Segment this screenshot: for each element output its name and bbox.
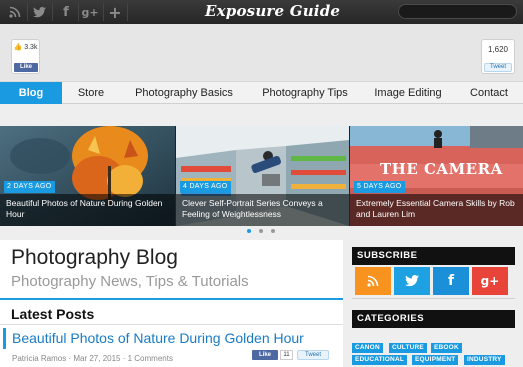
slider-dot[interactable]	[259, 229, 263, 233]
nav-item-contact[interactable]: Contact	[460, 82, 518, 104]
post-age-badge: 5 DAYS AGO	[354, 181, 405, 193]
category-tag[interactable]: EQUIPMENT	[412, 355, 459, 365]
slide-1[interactable]: 2 DAYS AGO Beautiful Photos of Nature Du…	[0, 126, 175, 226]
slide-image-text: THE CAMERA	[380, 160, 503, 178]
facebook-like-button[interactable]: Like	[14, 63, 38, 72]
top-bar: f g+ + Exposure Guide	[0, 0, 523, 24]
post-title-link[interactable]: Beautiful Photos of Nature During Golden…	[12, 330, 304, 346]
divider	[27, 3, 28, 21]
search-input[interactable]	[398, 4, 517, 19]
page: f g+ + Exposure Guide 👍 3.3k Like 1,620 …	[0, 0, 523, 367]
googleplus-icon: g+	[480, 274, 500, 288]
post-meta: Patricia Ramos · Mar 27, 2015 · 1 Commen…	[12, 354, 173, 363]
facebook-icon[interactable]: f	[57, 3, 75, 21]
divider	[0, 298, 343, 300]
divider	[103, 3, 104, 21]
twitter-share-box[interactable]: 1,620 Tweet	[481, 39, 515, 74]
divider	[352, 298, 515, 299]
facebook-subscribe-button[interactable]: f	[433, 267, 469, 295]
divider	[0, 324, 343, 325]
facebook-count-value: 3.3k	[24, 44, 38, 51]
rss-icon	[367, 275, 379, 287]
category-tag[interactable]: CANON	[352, 343, 383, 353]
category-tag[interactable]: EDUCATIONAL	[352, 355, 408, 365]
slider-dot[interactable]	[247, 229, 251, 233]
page-title: Photography Blog	[11, 246, 178, 269]
facebook-share-box[interactable]: 👍 3.3k Like	[11, 39, 40, 74]
twitter-count: 1,620	[487, 45, 509, 54]
googleplus-icon[interactable]: g+	[81, 3, 99, 21]
nav-item-photography-tips[interactable]: Photography Tips	[252, 82, 358, 104]
divider	[52, 3, 53, 21]
twitter-subscribe-button[interactable]	[394, 267, 430, 295]
nav-item-image-editing[interactable]: Image Editing	[364, 82, 452, 104]
slide-2[interactable]: 4 DAYS AGO Clever Self-Portrait Series C…	[176, 126, 349, 226]
sidebar: SUBSCRIBE f g+ CATEGORIES CANON CULTURE …	[352, 247, 515, 367]
like-count: 11	[280, 350, 293, 360]
twitter-icon[interactable]	[30, 3, 48, 21]
section-heading: Latest Posts	[11, 306, 95, 322]
slide-3[interactable]: THE CAMERA 5 DAYS AGO Extremely Essentia…	[350, 126, 523, 226]
facebook-icon: f	[447, 273, 455, 289]
divider	[78, 3, 79, 21]
featured-slider: 2 DAYS AGO Beautiful Photos of Nature Du…	[0, 126, 523, 226]
slider-dot[interactable]	[271, 229, 275, 233]
post-age-badge: 2 DAYS AGO	[4, 181, 55, 193]
main-content: Photography Blog Photography News, Tips …	[0, 240, 343, 367]
categories-heading: CATEGORIES	[352, 310, 515, 328]
facebook-like-button[interactable]: Like	[252, 350, 278, 360]
slider-dots	[247, 229, 277, 235]
post-age-badge: 4 DAYS AGO	[180, 181, 231, 193]
slide-caption[interactable]: Clever Self-Portrait Series Conveys a Fe…	[176, 194, 349, 226]
thumbs-up-icon: 👍	[13, 44, 23, 51]
category-tag[interactable]: CULTURE	[389, 343, 427, 353]
facebook-count: 👍 3.3k	[12, 43, 39, 51]
rss-subscribe-button[interactable]	[355, 267, 391, 295]
nav-item-store[interactable]: Store	[66, 82, 116, 104]
subscribe-heading: SUBSCRIBE	[352, 247, 515, 265]
tweet-button[interactable]: Tweet	[297, 350, 329, 360]
googleplus-subscribe-button[interactable]: g+	[472, 267, 508, 295]
rss-icon[interactable]	[6, 3, 24, 21]
main-nav: Blog Store Photography Basics Photograph…	[0, 82, 523, 104]
category-tag[interactable]: EBOOK	[431, 343, 462, 353]
header: 👍 3.3k Like 1,620 Tweet	[0, 24, 523, 82]
twitter-icon	[405, 275, 419, 287]
slide-caption[interactable]: Beautiful Photos of Nature During Golden…	[0, 194, 175, 226]
divider	[127, 3, 128, 21]
slide-caption[interactable]: Extremely Essential Camera Skills by Rob…	[350, 194, 523, 226]
site-logo[interactable]: Exposure Guide	[205, 2, 340, 20]
plus-icon[interactable]: +	[106, 3, 124, 22]
nav-item-photography-basics[interactable]: Photography Basics	[124, 82, 244, 104]
tweet-button[interactable]: Tweet	[484, 63, 512, 72]
post-accent-bar	[3, 328, 6, 349]
category-tag[interactable]: INDUSTRY	[464, 355, 505, 365]
page-subtitle: Photography News, Tips & Tutorials	[11, 273, 249, 290]
nav-item-blog[interactable]: Blog	[0, 82, 62, 104]
